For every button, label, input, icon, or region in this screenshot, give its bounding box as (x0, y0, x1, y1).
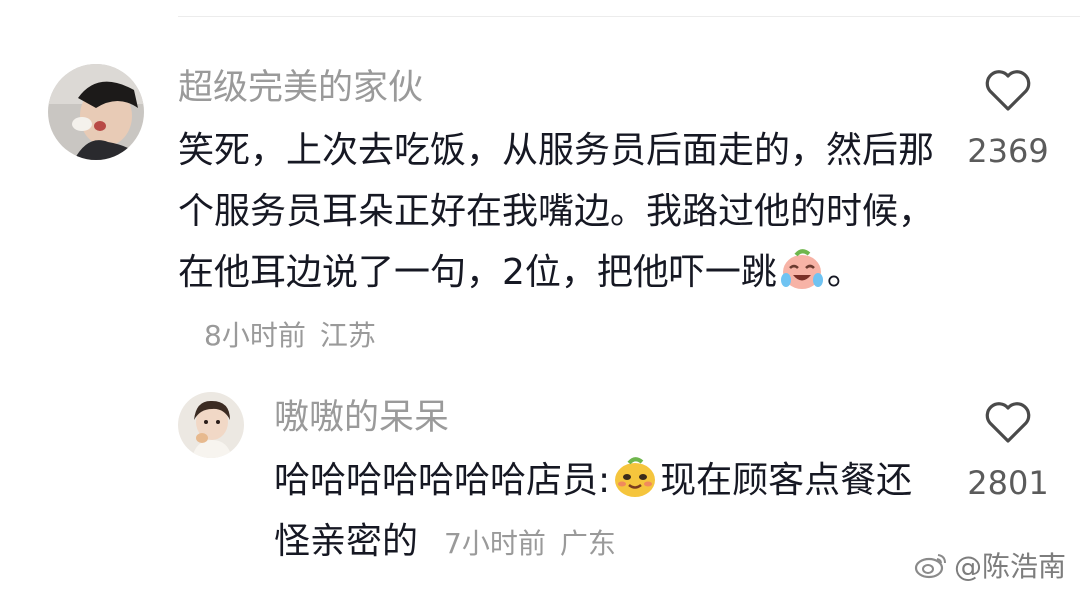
watermark: @陈浩南 (914, 545, 1066, 585)
reply-text: 哈哈哈哈哈哈哈店员: 现在顾客点餐还怪亲密的 7小时前 广东 (274, 450, 944, 574)
reply-body: 哈哈哈哈哈哈哈店员: (274, 460, 611, 501)
reply-like[interactable]: 2801 (960, 400, 1056, 502)
reply-avatar-image (178, 392, 244, 458)
reply-time: 7小时前 (444, 527, 546, 560)
avatar[interactable] (48, 64, 144, 160)
heart-outline-icon[interactable] (984, 68, 1032, 112)
comment-time: 8小时前 (204, 319, 306, 352)
watermark-text: @陈浩南 (953, 550, 1066, 583)
comment-meta: 8小时前 江苏 (204, 319, 376, 352)
heart-outline-icon[interactable] (984, 400, 1032, 444)
comment-like[interactable]: 2369 (960, 68, 1056, 170)
comment-username[interactable]: 超级完美的家伙 (178, 68, 423, 108)
crying-laughing-emoji-icon (779, 246, 825, 292)
comment-text: 笑死，上次去吃饭，从服务员后面走的，然后那个服务员耳朵正好在我嘴边。我路过他的时… (178, 120, 938, 366)
comment-like-count: 2369 (967, 132, 1049, 170)
reply-username[interactable]: 嗷嗷的呆呆 (274, 398, 449, 438)
comment-body-tail: 。 (826, 252, 863, 293)
reply-avatar[interactable] (178, 392, 244, 458)
divider (178, 16, 1080, 17)
comment-thread: 超级完美的家伙 笑死，上次去吃饭，从服务员后面走的，然后那个服务员耳朵正好在我嘴… (0, 0, 1080, 595)
reply-meta: 7小时前 广东 (444, 527, 616, 560)
reply-like-count: 2801 (967, 464, 1049, 502)
avatar-image (48, 64, 144, 160)
reply-location: 广东 (559, 527, 616, 560)
comment-location: 江苏 (319, 319, 376, 352)
weibo-logo-icon (914, 554, 946, 579)
smug-face-emoji-icon (612, 454, 658, 500)
